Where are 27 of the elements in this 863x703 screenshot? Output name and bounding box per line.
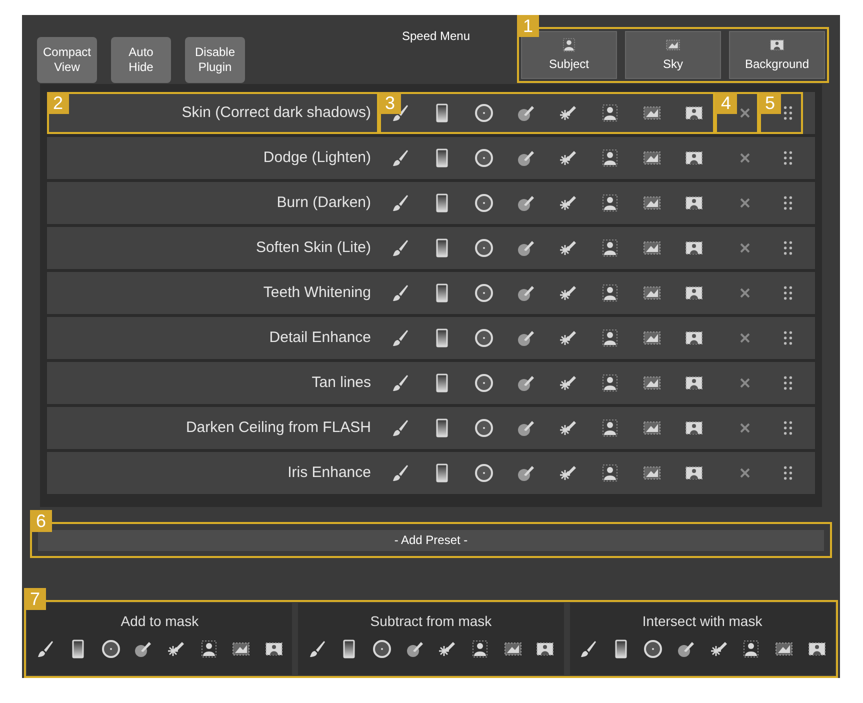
preset-name: Darken Ceiling from FLASH <box>186 418 371 438</box>
preset-name: Dodge (Lighten) <box>263 148 371 168</box>
toolbar-button[interactable]: Auto Hide <box>111 37 171 83</box>
callout-number: 4 <box>715 92 737 114</box>
callout-number: 2 <box>47 92 69 114</box>
preset-name: Iris Enhance <box>288 463 371 484</box>
preset-name: Soften Skin (Lite) <box>256 238 371 258</box>
mask-mode-label: Intersect with mask <box>641 612 764 632</box>
preset-name: Tan lines <box>312 373 371 394</box>
callout-number: 5 <box>759 92 781 114</box>
callout-number: 3 <box>379 92 401 114</box>
preset-name: Detail Enhance <box>269 328 371 348</box>
callout-number: 1 <box>517 15 539 37</box>
mask-target-button[interactable]: Subject <box>521 31 617 79</box>
callout-number: 7 <box>24 588 46 610</box>
mask-target-button[interactable]: Background <box>729 31 825 79</box>
callout-number: 6 <box>30 510 52 532</box>
toolbar-button[interactable]: Disable Plugin <box>185 37 245 83</box>
preset-name: Burn (Darken) <box>276 193 371 214</box>
mask-mode-label: Add to mask <box>120 612 200 632</box>
preset-name: Teeth Whitening <box>263 283 371 304</box>
add-preset-button[interactable]: - Add Preset - <box>38 530 824 551</box>
preset-name: Skin (Correct dark shadows) <box>182 103 371 124</box>
toolbar-button[interactable]: Compact View <box>37 37 97 83</box>
panel-title: Speed Menu <box>402 28 470 43</box>
mask-mode-label: Subtract from mask <box>369 612 493 632</box>
mask-target-button[interactable]: Sky <box>625 31 721 79</box>
